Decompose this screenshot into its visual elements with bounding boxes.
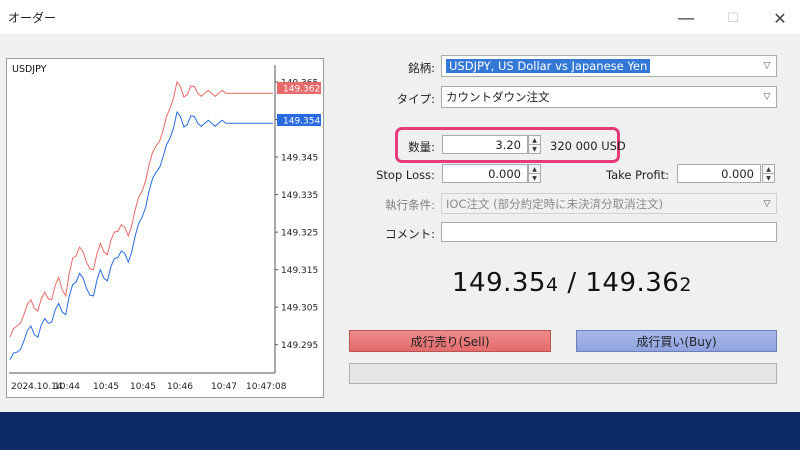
ask-price-tag: 149.362 xyxy=(277,82,321,95)
ask-price-tag-label: 149.362 xyxy=(283,85,320,95)
ask-price-main: 149.36 xyxy=(585,268,680,298)
sell-by-market-button[interactable]: 成行売り(Sell) xyxy=(349,330,551,352)
x-tick-label: 10:47:08 xyxy=(246,382,287,392)
y-tick-label: 149.305 xyxy=(281,304,318,314)
order-type-label: タイプ: xyxy=(396,92,435,106)
bid-price-main: 149.35 xyxy=(452,268,546,298)
y-tick-label: 149.345 xyxy=(281,154,318,164)
x-tick-label: 10:44 xyxy=(54,382,80,392)
tick-chart-svg: USDJPY 149.365149.355149.345149.335149.3… xyxy=(9,64,321,392)
take-profit-stepper[interactable]: ▲ ▼ xyxy=(762,164,775,183)
maximize-button[interactable]: ☐ xyxy=(715,6,751,30)
bid-price-pip: 4 xyxy=(545,274,559,296)
order-type-value: カウントダウン注文 xyxy=(446,90,550,104)
window-title: オーダー xyxy=(8,11,57,25)
ask-price-pip: 2 xyxy=(679,274,692,296)
stop-loss-label: Stop Loss: xyxy=(376,168,435,182)
chart-symbol: USDJPY xyxy=(12,64,47,75)
spin-down-icon[interactable]: ▼ xyxy=(529,173,540,182)
fill-policy-value: IOC注文 (部分約定時に未決済分取消注文) xyxy=(446,196,664,211)
x-tick-label: 10:45 xyxy=(93,382,119,392)
comment-label: コメント: xyxy=(385,227,435,241)
title-bar: オーダー — ☐ ✕ xyxy=(0,0,800,34)
x-tick-label: 10:45 xyxy=(130,382,156,392)
tick-chart: USDJPY 149.365149.355149.345149.335149.3… xyxy=(6,58,324,398)
comment-input[interactable] xyxy=(441,222,777,242)
x-tick-label: 10:46 xyxy=(167,382,193,392)
take-profit-label: Take Profit: xyxy=(605,168,669,182)
status-bar xyxy=(349,363,777,384)
volume-stepper[interactable]: ▲ ▼ xyxy=(528,135,541,154)
bid-price-line xyxy=(9,110,273,360)
spin-down-icon[interactable]: ▼ xyxy=(529,144,540,153)
spin-up-icon[interactable]: ▲ xyxy=(529,165,540,173)
spin-up-icon[interactable]: ▲ xyxy=(529,136,540,144)
bid-ask-quote: 149.354 / 149.362 xyxy=(452,268,692,298)
y-tick-label: 149.325 xyxy=(281,229,318,239)
minimize-button[interactable]: — xyxy=(668,6,704,30)
ask-price-line xyxy=(9,80,273,338)
stop-loss-stepper[interactable]: ▲ ▼ xyxy=(528,164,541,183)
volume-usd-amount: 320 000 USD xyxy=(550,139,626,153)
spin-down-icon[interactable]: ▼ xyxy=(763,173,774,182)
symbol-select-value: USDJPY, US Dollar vs Japanese Yen xyxy=(446,59,651,73)
volume-label: 数量: xyxy=(408,140,435,154)
chevron-down-icon: ▽ xyxy=(763,198,771,209)
y-tick-label: 149.295 xyxy=(281,341,318,351)
chevron-down-icon: ▽ xyxy=(763,61,771,71)
volume-input[interactable]: 3.20 xyxy=(442,135,528,154)
y-tick-label: 149.335 xyxy=(281,191,318,201)
buy-by-market-button[interactable]: 成行買い(Buy) xyxy=(576,330,777,352)
bid-price-tag: 149.354 xyxy=(277,114,321,127)
take-profit-input[interactable]: 0.000 xyxy=(677,164,761,183)
fill-policy-select[interactable]: IOC注文 (部分約定時に未決済分取消注文) ▽ xyxy=(441,193,777,214)
close-button[interactable]: ✕ xyxy=(762,6,798,30)
order-type-select[interactable]: カウントダウン注文 ▽ xyxy=(441,86,777,108)
chevron-down-icon: ▽ xyxy=(763,92,771,102)
x-tick-label: 10:47 xyxy=(211,382,237,392)
quote-separator: / xyxy=(558,268,586,298)
fill-policy-label: 執行条件: xyxy=(385,198,435,212)
symbol-select[interactable]: USDJPY, US Dollar vs Japanese Yen ▽ xyxy=(441,55,777,77)
bid-price-tag-label: 149.354 xyxy=(283,117,320,127)
y-tick-label: 149.315 xyxy=(281,266,318,276)
symbol-label: 銘柄: xyxy=(408,61,435,75)
stop-loss-input[interactable]: 0.000 xyxy=(442,164,528,183)
footer-band xyxy=(0,412,800,450)
spin-up-icon[interactable]: ▲ xyxy=(763,165,774,173)
